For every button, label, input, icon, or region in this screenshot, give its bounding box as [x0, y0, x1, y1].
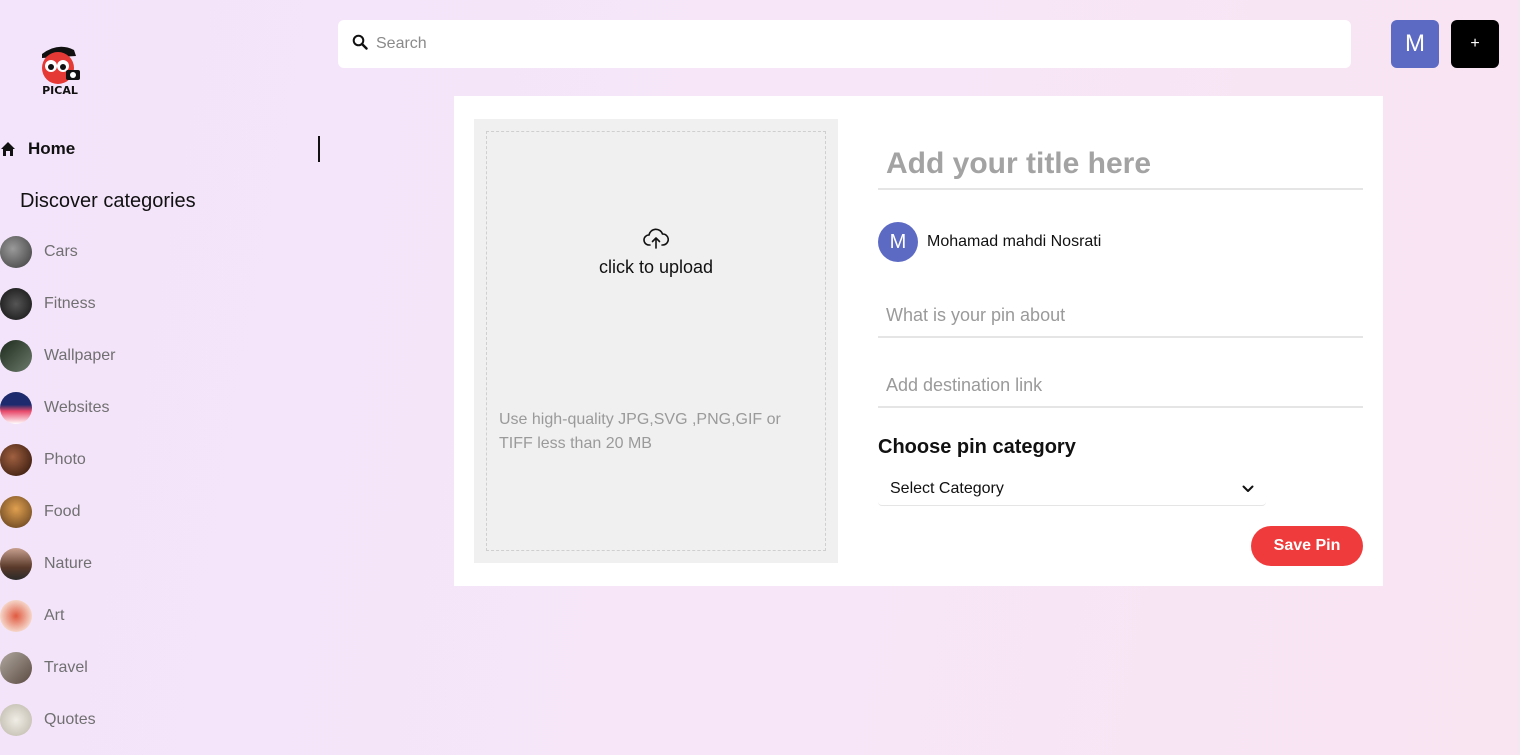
cloud-upload-icon [643, 228, 670, 255]
chevron-down-icon [1242, 480, 1254, 498]
sidebar-item-cars[interactable]: Cars [0, 234, 115, 270]
sidebar-item-label: Quotes [44, 711, 96, 728]
sidebar-item-art[interactable]: Art [0, 598, 115, 634]
home-icon [0, 141, 16, 157]
about-input[interactable] [878, 294, 1363, 338]
add-button[interactable]: + [1451, 20, 1499, 68]
sidebar-item-label: Websites [44, 399, 110, 416]
category-thumbnail [0, 340, 32, 372]
category-heading: Choose pin category [878, 436, 1076, 458]
category-thumbnail [0, 392, 32, 424]
search-input[interactable] [376, 35, 1276, 53]
save-pin-button[interactable]: Save Pin [1251, 526, 1363, 566]
upload-cta-label: click to upload [598, 257, 714, 277]
sidebar-item-label: Photo [44, 451, 86, 468]
sidebar-item-nature[interactable]: Nature [0, 546, 115, 582]
author-info: M Mohamad mahdi Nosrati [878, 222, 1101, 262]
category-thumbnail [0, 236, 32, 268]
upload-hint: Use high-quality JPG,SVG ,PNG,GIF or TIF… [499, 411, 781, 452]
page-scrollbar[interactable] [1519, 0, 1536, 755]
author-name: Mohamad mahdi Nosrati [927, 233, 1102, 250]
search-bar[interactable] [338, 20, 1351, 68]
category-list: Cars Fitness Wallpaper Websites Photo Fo… [0, 234, 115, 754]
sidebar-item-label: Travel [44, 659, 88, 676]
sidebar-item-label: Fitness [44, 295, 96, 312]
category-thumbnail [0, 704, 32, 736]
create-pin-card: click to upload Use high-quality JPG,SVG… [454, 96, 1383, 586]
destination-link-input[interactable] [878, 364, 1363, 408]
search-icon [352, 34, 368, 55]
category-thumbnail [0, 652, 32, 684]
sidebar-item-quotes[interactable]: Quotes [0, 702, 115, 738]
sidebar-item-fitness[interactable]: Fitness [0, 286, 115, 322]
sidebar-item-food[interactable]: Food [0, 494, 115, 530]
sidebar-item-websites[interactable]: Websites [0, 390, 115, 426]
category-thumbnail [0, 600, 32, 632]
category-select[interactable]: Select Category [878, 472, 1266, 506]
sidebar-item-label: Nature [44, 555, 93, 572]
sidebar-item-wallpaper[interactable]: Wallpaper [0, 338, 115, 374]
sidebar-item-label: Food [44, 503, 81, 520]
sidebar-item-label: Cars [44, 243, 78, 260]
category-thumbnail [0, 288, 32, 320]
pical-logo[interactable]: PICAL [32, 40, 88, 100]
sidebar-item-photo[interactable]: Photo [0, 442, 115, 478]
category-select-value: Select Category [890, 479, 1004, 497]
svg-text:PICAL: PICAL [42, 84, 78, 97]
upload-area[interactable]: click to upload Use high-quality JPG,SVG… [474, 119, 838, 563]
sidebar-item-label: Wallpaper [44, 347, 116, 364]
sidebar-item-label: Art [44, 607, 65, 624]
nav-home[interactable]: Home [0, 136, 320, 162]
title-input[interactable] [878, 140, 1363, 190]
category-thumbnail [0, 496, 32, 528]
category-thumbnail [0, 548, 32, 580]
author-avatar: M [878, 222, 918, 262]
nav-home-label: Home [28, 139, 76, 158]
user-avatar-button[interactable]: M [1391, 20, 1439, 68]
upload-cta[interactable]: click to upload [487, 228, 825, 278]
discover-categories-title: Discover categories [20, 190, 196, 212]
sidebar-item-travel[interactable]: Travel [0, 650, 115, 686]
upload-dropzone[interactable]: click to upload Use high-quality JPG,SVG… [486, 131, 826, 551]
logo-mascot-icon: PICAL [42, 46, 80, 97]
category-thumbnail [0, 444, 32, 476]
